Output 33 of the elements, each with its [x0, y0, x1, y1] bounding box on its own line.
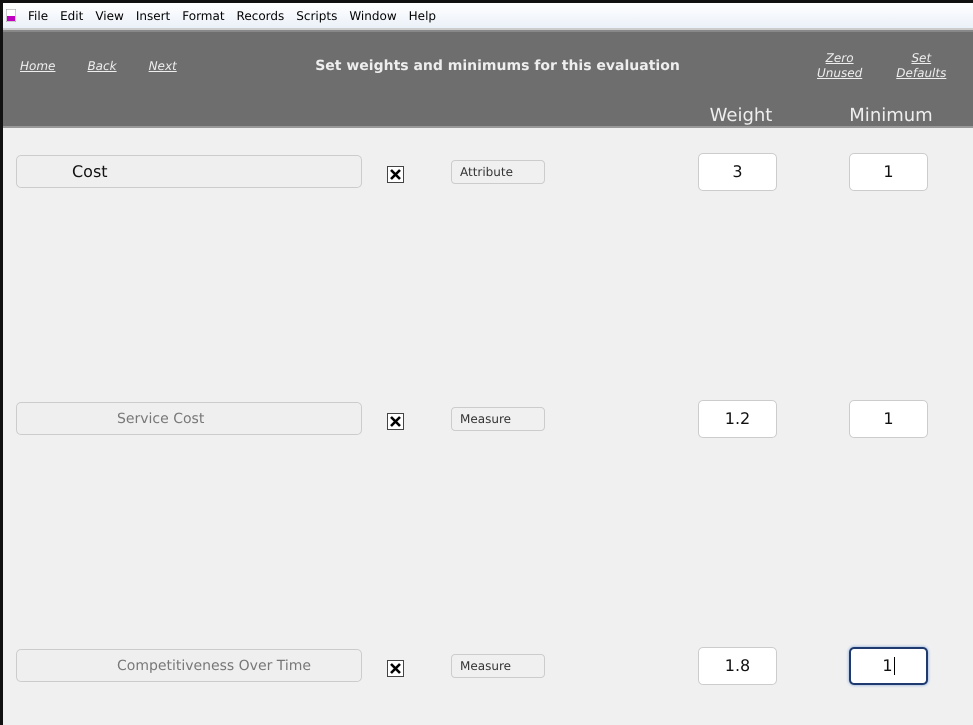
page-title: Set weights and minimums for this evaluation	[314, 58, 681, 74]
criterion-field[interactable]: Competitiveness Over Time	[16, 649, 362, 682]
column-header: Minimum	[848, 105, 934, 126]
type-tag: Attribute	[451, 160, 545, 184]
weight-field[interactable]: 1.8	[698, 646, 777, 684]
type-tag: Measure	[451, 654, 545, 678]
checkbox[interactable]	[387, 660, 404, 677]
column-header: Weight	[708, 105, 774, 126]
minimum-field[interactable]: 1	[849, 400, 928, 438]
criterion-field[interactable]: Service Cost	[16, 402, 362, 435]
checkbox[interactable]	[387, 413, 404, 430]
weight-field[interactable]: 3	[698, 152, 777, 190]
minimum-field[interactable]: 1	[849, 152, 928, 190]
menu-item[interactable]: File	[22, 8, 54, 22]
menu-item[interactable]: Insert	[130, 8, 176, 22]
action-link[interactable]: Zero Unused	[817, 51, 862, 82]
criterion-field[interactable]: Cost	[16, 155, 362, 188]
nav-link[interactable]: Home	[20, 59, 56, 74]
menu-item[interactable]: Window	[343, 8, 403, 22]
weight-field[interactable]: 1.2	[698, 400, 777, 438]
minimum-field[interactable]: 1	[849, 646, 928, 684]
menu-item[interactable]: View	[89, 8, 130, 22]
action-link[interactable]: Set Defaults	[896, 51, 946, 82]
menu-item[interactable]: Records	[230, 8, 290, 22]
menu-item[interactable]: Scripts	[290, 8, 344, 22]
menu-item[interactable]: Format	[176, 8, 231, 22]
checkbox[interactable]	[387, 166, 404, 183]
menu-item[interactable]: Edit	[54, 8, 90, 22]
nav-link[interactable]: Back	[87, 59, 117, 74]
app-icon	[6, 9, 16, 22]
nav-link[interactable]: Next	[148, 59, 177, 74]
type-tag: Measure	[451, 406, 545, 430]
menu-item[interactable]: Help	[402, 8, 442, 22]
